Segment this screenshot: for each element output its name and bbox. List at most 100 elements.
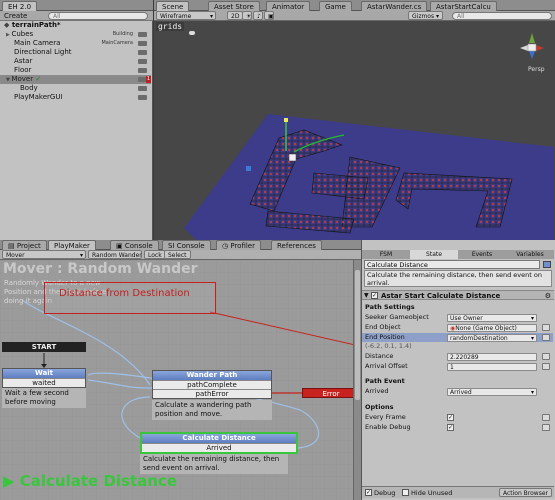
audio-toggle-icon[interactable]: ♪ xyxy=(253,11,263,20)
hierarchy-item[interactable]: ▶ Cubes Building xyxy=(0,30,151,39)
debug-label: Debug xyxy=(374,489,396,497)
light-toggle-icon[interactable]: ☀ xyxy=(242,11,252,20)
scene-root[interactable]: ◆ terrainPath* xyxy=(0,21,151,30)
shading-mode-dropdown[interactable]: Wireframe ▾ xyxy=(156,11,216,20)
transition-event[interactable]: waited xyxy=(3,378,85,387)
hide-unused-checkbox[interactable] xyxy=(402,489,409,496)
seeker-dropdown[interactable]: Use Owner ▾ xyxy=(447,313,537,322)
tab-references[interactable]: References xyxy=(271,240,322,250)
hierarchy-search-input[interactable] xyxy=(48,12,148,20)
action-enabled-checkbox[interactable]: ✓ xyxy=(371,292,378,299)
tab-astarwander[interactable]: AstarWander.cs xyxy=(361,1,428,11)
enable-debug-variable-icon[interactable] xyxy=(542,424,550,431)
state-name-input[interactable] xyxy=(364,260,540,269)
tab-hierarchy[interactable]: EH 2.0 xyxy=(2,1,38,11)
end-position-field[interactable]: randomDestination ▾ xyxy=(447,333,537,342)
visibility-icon[interactable] xyxy=(138,86,147,91)
tab-game[interactable]: Game xyxy=(319,1,352,11)
state-color-icon[interactable] xyxy=(543,261,551,268)
end-position-label: End Position xyxy=(365,333,405,341)
hierarchy-toolbar: Create xyxy=(0,11,153,21)
enable-debug-checkbox[interactable]: ✓ xyxy=(447,424,454,431)
scene-search-input[interactable] xyxy=(452,12,552,20)
gizmos-dropdown[interactable]: Gizmos ▾ xyxy=(408,11,444,20)
tab-fsm[interactable]: FSM xyxy=(362,250,410,259)
fsm-graph-canvas[interactable]: Mover : Random Wander Randomly Wander to… xyxy=(0,260,353,500)
tab-animator[interactable]: Animator xyxy=(266,1,311,11)
toggle-2d-button[interactable]: 2D xyxy=(227,11,244,20)
tab-scene[interactable]: Scene xyxy=(156,1,190,11)
state-calculate-distance[interactable]: Calculate Distance Arrived xyxy=(140,432,298,454)
scrollbar-thumb[interactable] xyxy=(355,270,360,400)
scene-gizmo-icon[interactable] xyxy=(514,31,550,65)
tab-si-console[interactable]: SI Console xyxy=(162,240,211,250)
effects-toggle-icon[interactable]: ▣ xyxy=(264,11,274,20)
tab-asset-store[interactable]: Asset Store xyxy=(208,1,260,11)
distance-variable-icon[interactable] xyxy=(542,353,550,360)
end-object-field[interactable]: ◉None (Game Object) xyxy=(447,323,537,332)
action-settings-icon[interactable]: ⚙ xyxy=(545,292,551,300)
hierarchy-item[interactable]: Floor xyxy=(0,66,151,75)
every-frame-variable-icon[interactable] xyxy=(542,414,550,421)
tab-state[interactable]: State xyxy=(410,250,458,259)
fsm-selector[interactable]: Random Wander xyxy=(88,250,142,259)
visibility-icon[interactable] xyxy=(138,32,147,37)
transition-event[interactable]: pathError xyxy=(153,389,271,398)
visibility-icon[interactable] xyxy=(138,95,147,100)
project-icon: ▤ xyxy=(8,242,17,250)
arrived-row: Arrived Arrived ▾ xyxy=(362,387,553,396)
state-wait[interactable]: Wait waited xyxy=(2,368,86,388)
debug-checkbox[interactable]: ✓ xyxy=(365,489,372,496)
playmaker-icon: ✓ xyxy=(33,75,42,83)
arrival-offset-label: Arrival Offset xyxy=(365,362,408,370)
current-state-label: ▶ Calculate Distance xyxy=(3,472,177,490)
hierarchy-item[interactable]: Main Camera MainCamera xyxy=(0,39,151,48)
arrived-dropdown[interactable]: Arrived ▾ xyxy=(447,387,537,396)
create-button[interactable]: Create xyxy=(4,12,27,20)
action-browser-button[interactable]: Action Browser xyxy=(498,488,552,497)
scene-viewport[interactable]: grids Persp xyxy=(154,21,555,240)
object-selector[interactable]: Mover ▾ xyxy=(2,250,86,259)
hierarchy-item-selected[interactable]: ▼ Mover ✓ 1 xyxy=(0,75,151,84)
arrival-offset-variable-icon[interactable] xyxy=(542,363,550,370)
tab-console[interactable]: ▣ Console xyxy=(110,240,159,250)
tab-events[interactable]: Events xyxy=(458,250,506,259)
inspector-footer: ✓ Debug Hide Unused Action Browser xyxy=(362,486,554,498)
distance-row: Distance 2.220289 xyxy=(362,352,553,361)
every-frame-checkbox[interactable]: ✓ xyxy=(447,414,454,421)
hierarchy-item[interactable]: Astar xyxy=(0,57,151,66)
visibility-icon[interactable] xyxy=(138,59,147,64)
visibility-icon[interactable] xyxy=(138,68,147,73)
tab-variables[interactable]: Variables xyxy=(506,250,554,259)
every-frame-row: Every Frame ✓ xyxy=(362,413,553,422)
transition-event[interactable]: pathComplete xyxy=(153,380,271,389)
comment-box[interactable]: Distance from Destination xyxy=(44,282,216,314)
visibility-icon[interactable] xyxy=(138,50,147,55)
visibility-icon[interactable] xyxy=(138,41,147,46)
hierarchy-item[interactable]: Directional Light xyxy=(0,48,151,57)
end-position-variable-icon[interactable] xyxy=(542,334,550,341)
hierarchy-item[interactable]: PlayMakerGUI xyxy=(0,93,151,102)
chevron-down-icon: ▾ xyxy=(209,13,213,20)
tab-playmaker[interactable]: PlayMaker xyxy=(48,240,96,250)
start-node[interactable]: START xyxy=(2,342,86,352)
end-object-picker-icon[interactable] xyxy=(542,324,550,331)
graph-scrollbar[interactable] xyxy=(353,260,361,500)
select-button[interactable]: Select xyxy=(164,250,191,259)
lock-button[interactable]: Lock xyxy=(144,250,166,259)
tab-profiler[interactable]: ◷ Profiler xyxy=(216,240,261,250)
action-header[interactable]: ▼ ✓ Astar Start Calculate Distance ⚙ xyxy=(362,290,554,300)
state-description[interactable]: Calculate the remaining distance, then s… xyxy=(364,270,552,287)
tab-project[interactable]: ▤ Project xyxy=(2,240,47,250)
persp-label: Persp xyxy=(528,66,545,73)
arrival-offset-field[interactable]: 1 xyxy=(447,362,537,371)
transition-event[interactable]: Arrived xyxy=(142,443,296,452)
action-title: Astar Start Calculate Distance xyxy=(381,292,501,300)
tab-astarstartcalc[interactable]: AstarStartCalcu xyxy=(430,1,497,11)
state-title: Wait xyxy=(3,369,85,378)
expand-arrow-icon[interactable]: ▼ xyxy=(364,292,369,299)
hierarchy-item[interactable]: Body xyxy=(0,84,151,93)
state-wander-path[interactable]: Wander Path pathComplete pathError xyxy=(152,370,272,399)
distance-field[interactable]: 2.220289 xyxy=(447,352,537,361)
state-error[interactable]: Error xyxy=(302,388,353,398)
